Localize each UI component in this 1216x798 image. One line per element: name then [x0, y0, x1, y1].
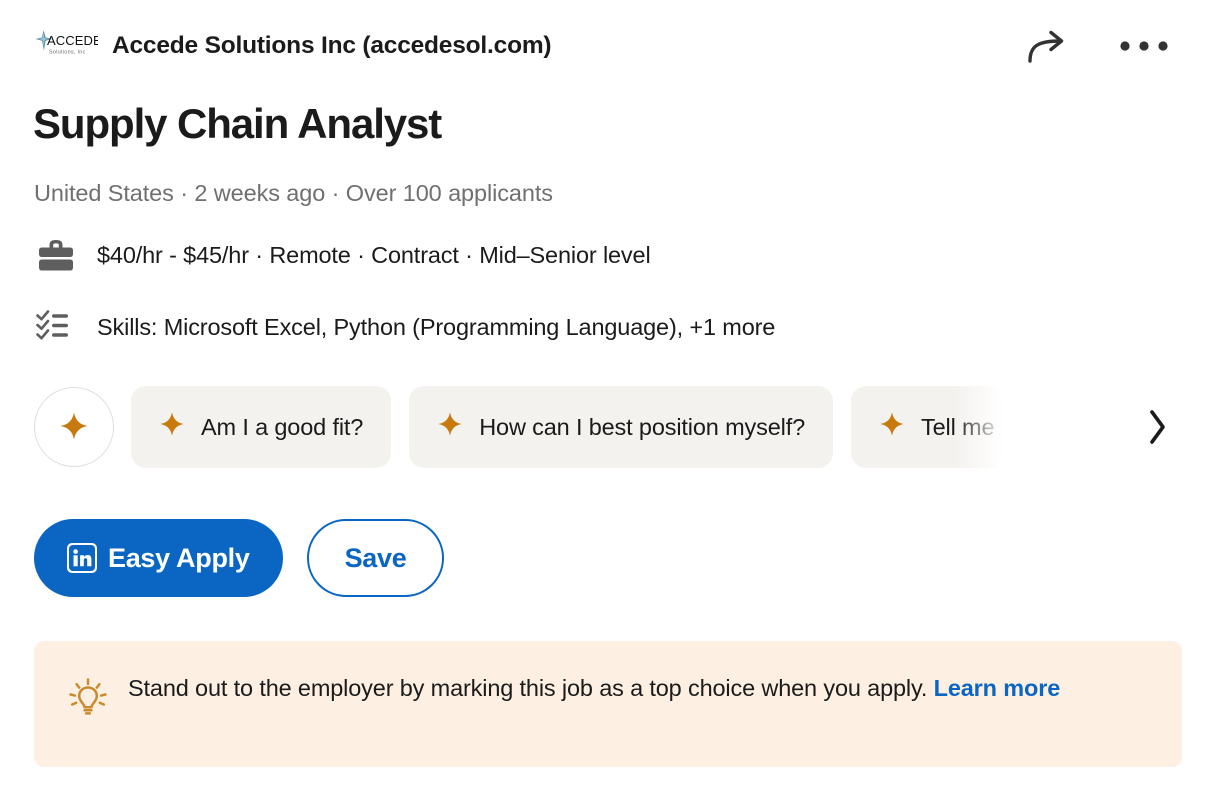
checklist-icon: [34, 308, 78, 346]
ai-chip-good-fit[interactable]: Am I a good fit?: [131, 386, 392, 468]
job-meta: United States · 2 weeks ago · Over 100 a…: [34, 180, 553, 206]
briefcase-icon: [34, 236, 78, 274]
svg-text:Solutions, Inc: Solutions, Inc: [49, 50, 86, 56]
job-salary-text: $40/hr - $45/hr · Remote · Contract · Mi…: [97, 241, 651, 268]
job-skills-text: Skills: Microsoft Excel, Python (Program…: [97, 313, 776, 340]
company-header: ACCEDE Solutions, Inc Accede Solutions I…: [34, 22, 1188, 70]
ai-chip-label: Tell me: [921, 413, 995, 440]
job-detail-panel: ACCEDE Solutions, Inc Accede Solutions I…: [0, 0, 1216, 798]
linkedin-icon: [67, 543, 97, 573]
header-actions: [1024, 27, 1188, 65]
ai-chip-label: Am I a good fit?: [201, 413, 364, 440]
learn-more-link[interactable]: Learn more: [934, 675, 1061, 701]
top-choice-promo-banner: Stand out to the employer by marking thi…: [34, 641, 1182, 767]
lightbulb-icon: [62, 669, 114, 721]
more-horizontal-icon[interactable]: [1118, 38, 1170, 54]
company-name: Accede Solutions Inc (accedesol.com): [112, 32, 552, 59]
job-skills-row: Skills: Microsoft Excel, Python (Program…: [34, 308, 775, 346]
promo-message: Stand out to the employer by marking thi…: [128, 675, 934, 701]
sparkle-icon: [59, 411, 89, 444]
promo-text-block: Stand out to the employer by marking thi…: [128, 669, 1060, 709]
job-actions: Easy Apply Save: [34, 519, 445, 597]
ai-assistant-button[interactable]: [34, 387, 114, 467]
ai-chip-label: How can I best position myself?: [479, 413, 806, 440]
job-salary-row: $40/hr - $45/hr · Remote · Contract · Mi…: [34, 236, 651, 274]
company-logo: ACCEDE Solutions, Inc: [34, 26, 102, 66]
ai-chip-position-myself[interactable]: How can I best position myself?: [409, 386, 834, 468]
easy-apply-button[interactable]: Easy Apply: [34, 519, 283, 597]
save-button[interactable]: Save: [306, 519, 445, 597]
sparkle-icon: [879, 411, 905, 443]
page-title: Supply Chain Analyst: [33, 100, 442, 147]
chevron-right-icon[interactable]: [1138, 397, 1178, 457]
ai-suggestions-row: Am I a good fit? How can I best position…: [34, 386, 1216, 468]
svg-text:ACCEDE: ACCEDE: [47, 33, 98, 48]
easy-apply-label: Easy Apply: [108, 542, 250, 573]
sparkle-icon: [159, 411, 185, 443]
share-arrow-icon[interactable]: [1024, 27, 1072, 65]
sparkle-icon: [437, 411, 463, 443]
ai-chip-tell-me[interactable]: Tell me: [851, 386, 1005, 468]
